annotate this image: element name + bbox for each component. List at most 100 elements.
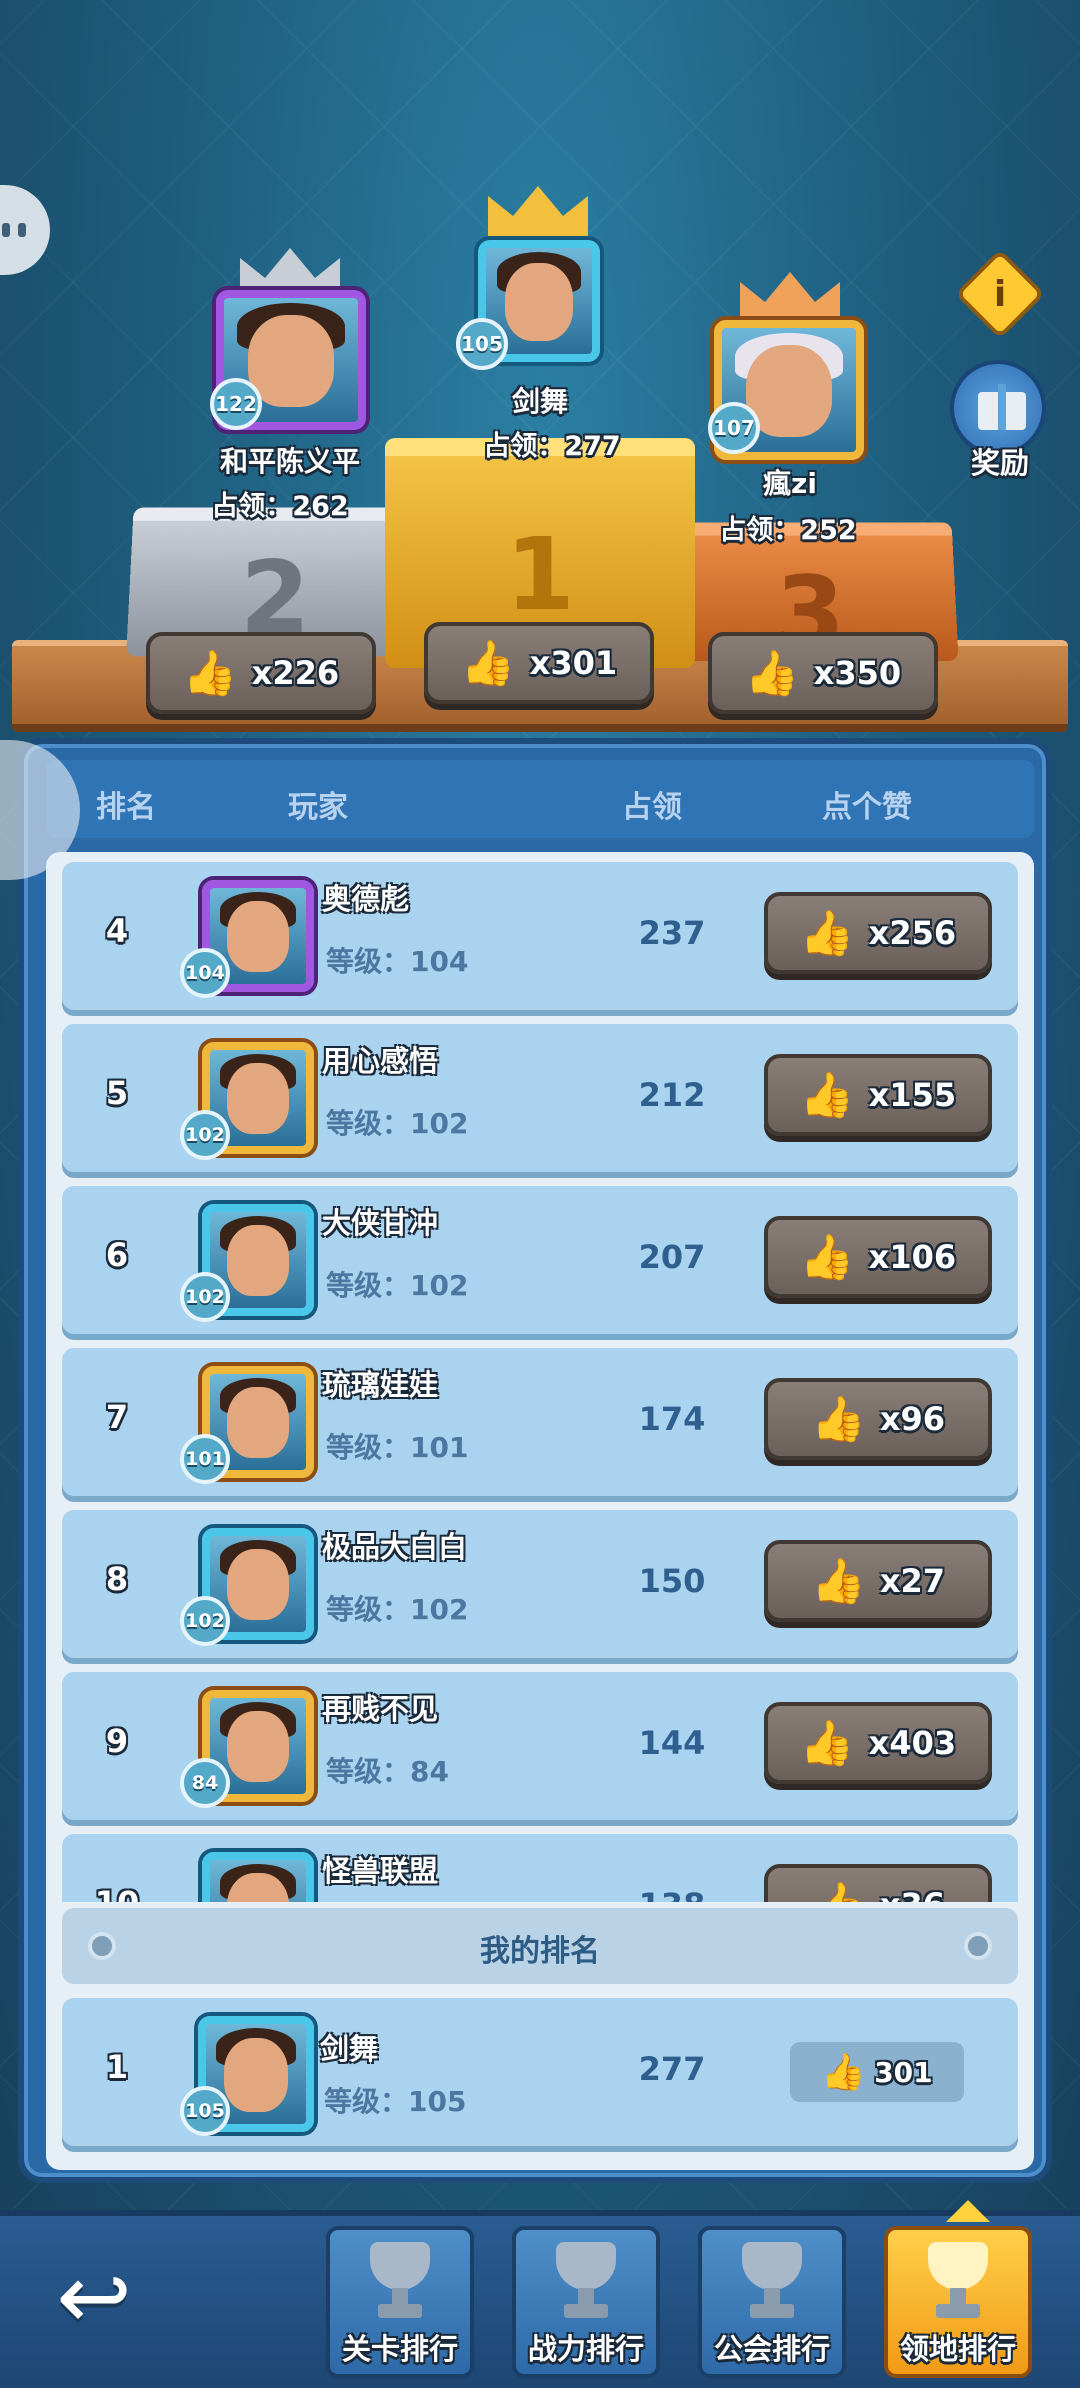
row-avatar[interactable] [202, 1852, 314, 1902]
podium-second-name: 和平陈义平 [219, 445, 360, 478]
row-like-button[interactable]: 👍 x403 [764, 1702, 992, 1784]
podium-first-like-button[interactable]: 👍 x301 [424, 622, 654, 704]
thumbs-up-icon: 👍 [182, 648, 238, 699]
trophy-icon [922, 2242, 994, 2324]
row-rank: 6 [105, 1236, 129, 1274]
row-player-level: 等级：101 [326, 1431, 469, 1464]
row-occupy: 212 [638, 1076, 706, 1114]
thumbs-up-icon: 👍 [799, 1232, 855, 1283]
row-player-level: 等级：102 [326, 1593, 469, 1626]
row-occupy: 237 [638, 914, 706, 952]
podium-second-like-button[interactable]: 👍 x226 [146, 632, 376, 714]
thumbs-up-icon: 👍 [799, 1718, 855, 1769]
podium-second-level-badge: 122 [210, 378, 262, 430]
thumbs-up-icon: 👍 [799, 1070, 855, 1121]
podium-third-name: 瘋zi [763, 467, 817, 500]
row-level-badge: 102 [180, 1110, 230, 1160]
row-rank: 5 [105, 1074, 129, 1112]
row-occupy: 174 [638, 1400, 706, 1438]
my-rank-header: 我的排名 [62, 1908, 1018, 1984]
header-like: 点个赞 [822, 790, 912, 825]
thumbs-up-icon: 👍 [460, 638, 516, 689]
row-player-name: 用心感悟 [322, 1044, 439, 1078]
my-name: 剑舞 [320, 2032, 379, 2066]
row-player-name: 再贱不见 [322, 1692, 439, 1726]
podium-first-level-badge: 105 [456, 318, 508, 370]
row-rank: 9 [105, 1722, 129, 1760]
header-occupy: 占领 [622, 790, 682, 825]
thumbs-up-icon: 👍 [744, 648, 800, 699]
info-icon: i [993, 273, 1007, 315]
table-row: 5 102 用心感悟 等级：102 212 👍 x155 [62, 1024, 1018, 1172]
reward-label: 奖励 [970, 446, 1029, 480]
row-level-badge: 84 [180, 1758, 230, 1808]
tab-power-ranking[interactable]: 战力排行 [512, 2226, 660, 2378]
my-rank-number: 1 [105, 2048, 129, 2086]
tab-stage-ranking[interactable]: 关卡排行 [326, 2226, 474, 2378]
row-rank: 8 [105, 1560, 129, 1598]
row-occupy: 150 [638, 1562, 706, 1600]
table-row: 4 104 奥德彪 等级：104 237 👍 x256 [62, 862, 1018, 1010]
header-player: 玩家 [288, 790, 348, 825]
back-arrow-icon[interactable]: ↩ [34, 2248, 154, 2348]
row-player-name: 琉璃娃娃 [322, 1368, 439, 1402]
ranking-list[interactable]: 4 104 奥德彪 等级：104 237 👍 x256 5 102 用心感悟 等… [58, 862, 1022, 1902]
row-player-name: 大侠甘冲 [322, 1206, 439, 1240]
row-player-level: 等级：84 [326, 1755, 449, 1788]
tab-label: 公会排行 [713, 2332, 830, 2366]
row-player-level: 等级：104 [326, 945, 469, 978]
trophy-icon [550, 2242, 622, 2324]
row-player-name: 极品大白白 [322, 1530, 468, 1564]
tab-label: 关卡排行 [341, 2332, 458, 2366]
row-like-button[interactable]: 👍 x27 [764, 1540, 992, 1622]
row-like-button[interactable]: 👍 x155 [764, 1054, 992, 1136]
row-occupy: 144 [638, 1724, 706, 1762]
table-row: 10 怪兽联盟 等级： 138 👍 x36 [62, 1834, 1018, 1902]
my-rank-row: 1 105 剑舞 等级：105 277 👍 301 [62, 1998, 1018, 2146]
trophy-icon [364, 2242, 436, 2324]
my-occupy: 277 [638, 2050, 706, 2088]
row-rank: 7 [105, 1398, 129, 1436]
podium-first-score: 占领：277 [483, 431, 621, 462]
thumbs-up-icon: 👍 [821, 2052, 867, 2093]
row-player-name: 奥德彪 [322, 882, 410, 916]
podium-third-score: 占领：252 [719, 515, 857, 546]
podium-third-like-button[interactable]: 👍 x350 [708, 632, 938, 714]
tab-label: 领地排行 [899, 2332, 1016, 2366]
trophy-icon [736, 2242, 808, 2324]
row-like-button[interactable]: 👍 x36 [764, 1864, 992, 1902]
row-player-name: 怪兽联盟 [322, 1854, 439, 1888]
row-rank: 10 [82, 1884, 152, 1902]
my-level-text: 等级：105 [324, 2085, 467, 2118]
row-level-badge: 102 [180, 1596, 230, 1646]
row-rank: 4 [105, 912, 129, 950]
row-level-badge: 104 [180, 948, 230, 998]
tab-guild-ranking[interactable]: 公会排行 [698, 2226, 846, 2378]
active-tab-indicator [946, 2200, 990, 2222]
row-player-level: 等级：102 [326, 1107, 469, 1140]
row-like-button[interactable]: 👍 x106 [764, 1216, 992, 1298]
podium-second-score: 占领：262 [211, 491, 349, 522]
tab-territory-ranking[interactable]: 领地排行 [884, 2226, 1032, 2378]
row-level-badge: 101 [180, 1434, 230, 1484]
my-like-count: 👍 301 [790, 2042, 964, 2102]
podium-third-level-badge: 107 [708, 402, 760, 454]
row-like-button[interactable]: 👍 x96 [764, 1378, 992, 1460]
row-like-button[interactable]: 👍 x256 [764, 892, 992, 974]
thumbs-up-icon: 👍 [811, 1879, 866, 1902]
thumbs-up-icon: 👍 [799, 908, 855, 959]
my-level-badge: 105 [180, 2086, 230, 2136]
my-rank-title: 我的排名 [480, 1934, 600, 1969]
row-level-badge: 102 [180, 1272, 230, 1322]
thumbs-up-icon: 👍 [811, 1394, 866, 1445]
table-row: 8 102 极品大白白 等级：102 150 👍 x27 [62, 1510, 1018, 1658]
table-row: 6 102 大侠甘冲 等级：102 207 👍 x106 [62, 1186, 1018, 1334]
thumbs-up-icon: 👍 [811, 1556, 866, 1607]
tab-label: 战力排行 [527, 2332, 644, 2366]
table-row: 9 84 再贱不见 等级：84 144 👍 x403 [62, 1672, 1018, 1820]
podium-first-name: 剑舞 [511, 385, 568, 418]
row-player-level: 等级：102 [326, 1269, 469, 1302]
row-occupy: 207 [638, 1238, 706, 1276]
header-rank: 排名 [96, 790, 156, 825]
table-row: 7 101 琉璃娃娃 等级：101 174 👍 x96 [62, 1348, 1018, 1496]
